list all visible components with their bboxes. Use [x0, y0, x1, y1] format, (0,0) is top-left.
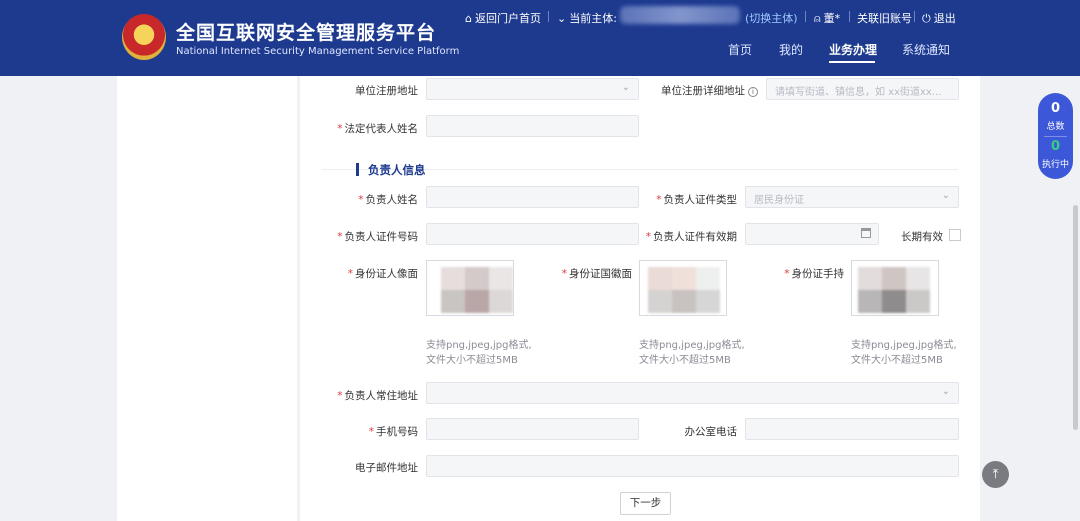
home-icon: ⌂ [465, 12, 472, 25]
id-validity-label: * 负责人证件有效期 [645, 231, 737, 243]
nav-home[interactable]: 首页 [728, 41, 752, 58]
office-phone-input[interactable] [745, 418, 959, 440]
divider [805, 11, 806, 22]
running-count: 0 [1050, 139, 1061, 154]
reg-address-detail-label: 单位注册详细地址 i [650, 83, 758, 98]
back-to-top-button[interactable]: ⤒ [982, 461, 1009, 488]
divider [914, 11, 915, 22]
id-number-label: * 负责人证件号码 [337, 231, 418, 243]
upload-hint: 支持png,jpeg,jpg格式, 文件大小不超过5MB [426, 340, 532, 366]
id-back-label: * 身份证国徽面 [561, 268, 632, 280]
id-back-upload[interactable] [639, 260, 727, 316]
subject-name-redacted [620, 6, 740, 24]
platform-title: 全国互联网安全管理服务平台 [176, 22, 437, 44]
nav-mine[interactable]: 我的 [779, 41, 803, 58]
id-type-label: * 负责人证件类型 [656, 194, 737, 206]
back-portal-link[interactable]: ⌂ 返回门户首页 [465, 10, 541, 26]
current-subject: ⌄ 当前主体: [557, 12, 617, 25]
id-hand-label: * 身份证手持 [784, 268, 844, 280]
link-old-account-link[interactable]: 关联旧账号 [857, 10, 912, 26]
switch-subject-link[interactable]: (切换主体) [745, 10, 798, 26]
id-hand-upload[interactable] [851, 260, 939, 316]
person-name-label: * 负责人姓名 [358, 194, 418, 206]
uploaded-image-thumbnail [858, 267, 930, 313]
total-label: 总数 [1046, 122, 1065, 132]
chevron-down-icon: ⌄ [941, 190, 950, 201]
nav-business[interactable]: 业务办理 [829, 41, 877, 58]
email-input[interactable] [426, 455, 959, 477]
id-validity-date-input[interactable] [745, 223, 879, 245]
upload-hint: 支持png,jpeg,jpg格式, 文件大小不超过5MB [639, 340, 745, 366]
power-icon: ⏻ [922, 12, 931, 25]
running-label: 执行中 [1041, 160, 1069, 170]
id-type-select[interactable]: 居民身份证 ⌄ [745, 186, 959, 208]
task-status-widget[interactable]: 0 总数 0 执行中 [1038, 93, 1073, 179]
reg-address-detail-input[interactable]: 请填写街道、镇信息，如 xx街道xx... [766, 78, 959, 100]
user-menu[interactable]: ⍝ 董* [814, 10, 840, 26]
uploaded-image-thumbnail [648, 267, 720, 313]
divider [1044, 136, 1067, 137]
long-term-label: 长期有效 [901, 231, 943, 243]
page-scrollbar[interactable] [1073, 205, 1078, 430]
top-header: ★ 全国互联网安全管理服务平台 National Internet Securi… [0, 0, 1080, 76]
id-number-input[interactable] [426, 223, 639, 245]
chevron-down-icon: ⌄ [621, 82, 630, 93]
user-icon: ⍝ [814, 12, 821, 25]
uploaded-image-thumbnail [441, 267, 513, 313]
total-count: 0 [1050, 101, 1061, 116]
divider [548, 11, 549, 22]
chevron-down-icon: ⌄ [941, 386, 950, 397]
platform-subtitle: National Internet Security Management Se… [176, 46, 460, 57]
legal-rep-input[interactable] [426, 115, 639, 137]
reg-address-select[interactable]: ⌄ [426, 78, 639, 100]
left-panel [117, 76, 297, 521]
upload-hint: 支持png,jpeg,jpg格式, 文件大小不超过5MB [851, 340, 957, 366]
active-nav-indicator [829, 61, 875, 63]
phone-input[interactable] [426, 418, 639, 440]
id-front-upload[interactable] [426, 260, 514, 316]
phone-label: * 手机号码 [368, 426, 418, 438]
legal-rep-label: * 法定代表人姓名 [337, 123, 418, 135]
residence-label: * 负责人常住地址 [337, 390, 418, 402]
long-term-checkbox[interactable] [949, 229, 961, 241]
residence-select[interactable]: ⌄ [426, 382, 959, 404]
person-name-input[interactable] [426, 186, 639, 208]
calendar-icon [861, 228, 871, 238]
divider [849, 11, 850, 22]
next-step-button[interactable]: 下一步 [620, 492, 671, 515]
id-front-label: * 身份证人像面 [347, 268, 418, 280]
chevron-down-icon: ⌄ [557, 12, 567, 25]
logout-link[interactable]: ⏻ 退出 [922, 10, 956, 26]
office-phone-label: 办公室电话 [684, 426, 738, 438]
section-title: 负责人信息 [356, 162, 426, 178]
email-label: 电子邮件地址 [355, 462, 418, 474]
police-emblem-logo: ★ [122, 14, 166, 60]
info-icon[interactable]: i [748, 87, 758, 97]
arrow-up-icon: ⤒ [992, 467, 999, 482]
reg-address-label: 单位注册地址 [355, 85, 418, 97]
nav-system-notice[interactable]: 系统通知 [902, 41, 950, 58]
